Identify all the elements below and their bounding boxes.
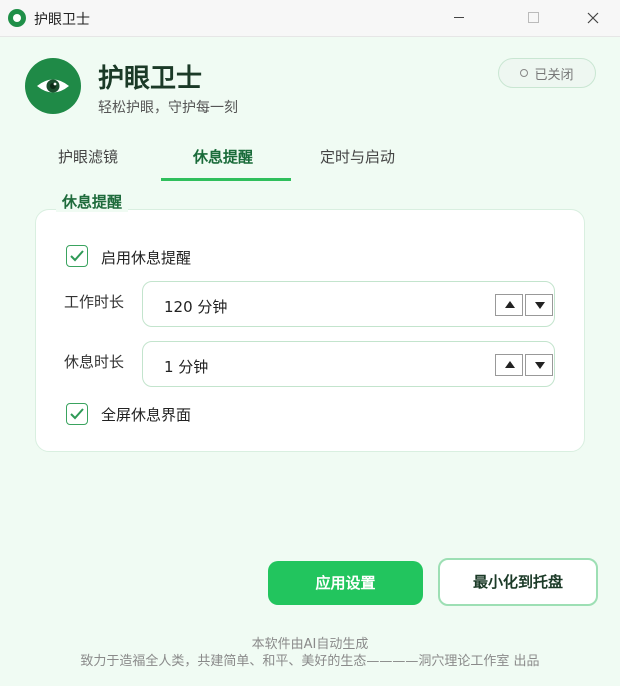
work-duration-value[interactable]: 120 分钟 [164, 296, 227, 317]
maximize-button[interactable] [510, 0, 556, 36]
work-duration-label: 工作时长 [64, 293, 125, 311]
rest-duration-value[interactable]: 1 分钟 [164, 356, 208, 377]
check-icon [70, 408, 84, 420]
enable-rest-checkbox[interactable] [66, 245, 88, 267]
check-icon [70, 250, 84, 262]
app-slogan: 轻松护眼，守护每一刻 [98, 100, 238, 116]
enable-rest-label: 启用休息提醒 [101, 249, 192, 267]
rest-duration-spinbox[interactable]: 1 分钟 [142, 341, 555, 387]
tab-timer-startup[interactable]: 定时与启动 [320, 146, 395, 167]
rest-decrement-button[interactable] [525, 354, 553, 376]
active-tab-indicator [161, 178, 291, 181]
status-label: 已关闭 [534, 67, 574, 83]
footer-credits: 致力于造福全人类，共建简单、和平、美好的生态————洞穴理论工作室 出品 [80, 654, 540, 669]
work-duration-spinbox[interactable]: 120 分钟 [142, 281, 555, 327]
panel-title: 休息提醒 [56, 191, 129, 212]
status-badge[interactable]: 已关闭 [498, 58, 596, 88]
tab-eye-filter[interactable]: 护眼滤镜 [58, 146, 118, 167]
minimize-to-tray-button[interactable]: 最小化到托盘 [438, 558, 598, 606]
window-title: 护眼卫士 [34, 12, 90, 28]
app-name: 护眼卫士 [98, 64, 203, 94]
title-bar: 护眼卫士 [0, 0, 620, 37]
close-icon [587, 12, 599, 24]
fullscreen-rest-checkbox[interactable] [66, 403, 88, 425]
work-increment-button[interactable] [495, 294, 523, 316]
minimize-button[interactable] [436, 0, 482, 36]
eye-logo-icon [25, 58, 81, 114]
work-decrement-button[interactable] [525, 294, 553, 316]
fullscreen-rest-label: 全屏休息界面 [101, 406, 192, 424]
status-dot-icon [520, 69, 529, 77]
tab-rest-reminder[interactable]: 休息提醒 [193, 146, 253, 167]
close-button[interactable] [570, 0, 616, 36]
rest-increment-button[interactable] [495, 354, 523, 376]
rest-duration-label: 休息时长 [64, 353, 125, 371]
apply-settings-button[interactable]: 应用设置 [268, 561, 423, 605]
app-icon [8, 9, 26, 27]
